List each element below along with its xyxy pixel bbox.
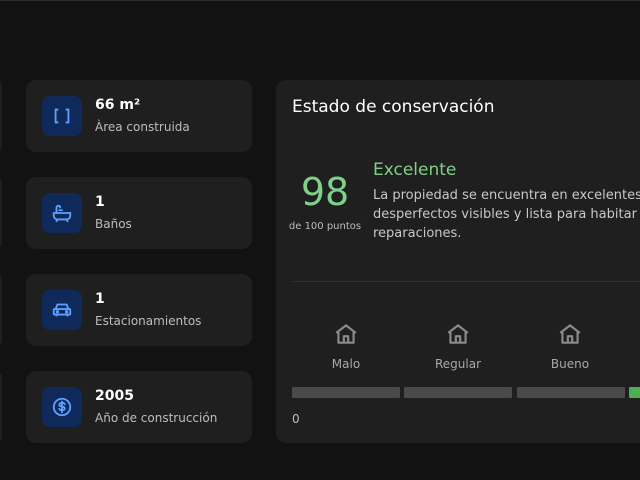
stat-label: Baños — [95, 217, 132, 231]
stat-label: Año de construcción — [95, 411, 218, 425]
scale-item-bueno: Bueno — [530, 321, 610, 371]
stat-label: Àrea construida — [95, 120, 190, 134]
rating-label: Excelente — [373, 160, 457, 180]
stat-value: 1 — [95, 291, 105, 307]
area-icon — [42, 96, 82, 136]
scale-label: Malo — [331, 357, 361, 371]
scale-bar-segment-active — [629, 387, 640, 398]
stat-card-year: 2005 Año de construcción — [26, 371, 252, 443]
offscreen-card — [0, 274, 2, 346]
score-caption: de 100 puntos — [288, 221, 362, 232]
offscreen-card — [0, 177, 2, 249]
bathtub-icon — [42, 193, 82, 233]
scale-axis-start: 0 — [292, 412, 300, 426]
divider — [292, 281, 640, 282]
scale-item-regular: Regular — [418, 321, 498, 371]
header-divider — [0, 0, 640, 1]
stat-value: 66 m² — [95, 97, 141, 113]
scale-bar-segment — [517, 387, 625, 398]
offscreen-card — [0, 80, 2, 152]
stat-value: 2005 — [95, 388, 134, 404]
dollar-icon — [42, 387, 82, 427]
condition-description: La propiedad se encuentra en excelentes … — [373, 188, 640, 241]
scale-label: Bueno — [550, 357, 590, 371]
stat-card-bathrooms: 1 Baños — [26, 177, 252, 249]
scale-bar-segment — [404, 387, 512, 398]
car-icon — [42, 290, 82, 330]
score-value: 98 — [300, 170, 350, 214]
stat-card-parking: 1 Estacionamientos — [26, 274, 252, 346]
stat-label: Estacionamientos — [95, 314, 202, 328]
scale-item-malo: Malo — [306, 321, 386, 371]
offscreen-card — [0, 371, 2, 443]
house-icon — [447, 324, 469, 344]
scale-bar-segment — [292, 387, 400, 398]
panel-title: Estado de conservación — [292, 97, 495, 117]
house-icon — [559, 324, 581, 344]
condition-panel: Estado de conservación 98 de 100 puntos … — [276, 80, 640, 443]
stat-value: 1 — [95, 194, 105, 210]
scale-label: Regular — [434, 357, 482, 371]
house-icon — [335, 324, 357, 344]
stat-card-area: 66 m² Àrea construida — [26, 80, 252, 152]
